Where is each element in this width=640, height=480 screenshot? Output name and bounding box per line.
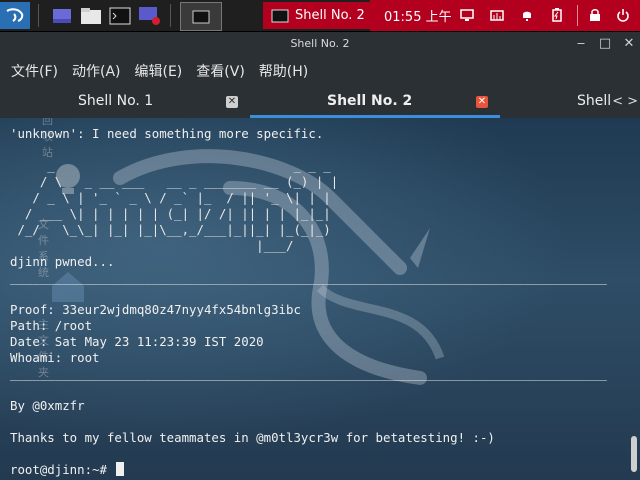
menu-file[interactable]: 文件(F) [11,61,58,81]
clock[interactable]: 01:55 上午 [384,6,452,25]
files-icon[interactable] [50,2,74,29]
tab-scroll-right-icon[interactable]: > [627,94,638,109]
terminal-line: 'unknown': I need something more specifi… [10,126,324,141]
divider-line: ________________________________________… [10,270,607,285]
menu-actions[interactable]: 动作(A) [72,61,121,81]
workspace-switcher[interactable] [180,2,222,31]
window-controls: ‒ □ ✕ [574,32,636,56]
kali-dragon-icon [6,7,24,22]
menu-view[interactable]: 查看(V) [196,61,245,81]
terminal-window: Shell No. 2 ‒ □ ✕ 文件(F) 动作(A) 编辑(E) 查看(V… [0,32,640,480]
minimize-button[interactable]: ‒ [574,37,588,51]
tab-scroll-arrows: < > [612,94,638,109]
tray-separator [577,5,578,26]
ascii-art-line: / _ \ | '_ ` _ \ / _` |_ / || '_ \| | | [10,190,331,205]
text-cursor [116,462,125,476]
terminal-icon [271,9,289,22]
terminal-icon[interactable] [108,2,132,29]
menu-edit[interactable]: 编辑(E) [135,61,183,81]
ascii-art-line: _ _ _ _ [10,158,339,173]
tab-scroll-left-icon[interactable]: < [612,94,623,109]
menu-bar: 文件(F) 动作(A) 编辑(E) 查看(V) 帮助(H) [0,56,640,86]
tab-shell-2[interactable]: Shell No. 2 ✕ [250,86,500,118]
tab-label: Shell [577,93,612,109]
ascii-art-line: /_/ \_\_| |_| |_|\__,_/___|_||_| |_(_|_) [10,222,331,237]
tab-close-icon[interactable]: ✕ [476,96,488,108]
battery-icon[interactable] [550,8,564,22]
proof-line: Proof: 33eur2wjdmq80z47nyy4fx54bnlg3ibc [10,302,301,317]
author-line: By @0xmzfr [10,398,85,413]
close-button[interactable]: ✕ [622,37,636,51]
tab-label: Shell No. 2 [327,93,413,109]
terminal-scrollbar[interactable] [631,436,637,472]
tab-shell-1[interactable]: Shell No. 1 ✕ [0,86,250,118]
ascii-art-line: / ___ \| | | | | | (_| |/ /| || | | |_|_… [10,206,331,221]
maximize-button[interactable]: □ [598,37,612,51]
notification-bell-icon[interactable] [520,8,534,22]
shell-prompt: root@djinn:~# [10,462,115,477]
network-icon[interactable] [490,8,504,22]
screen-recorder-icon[interactable] [138,2,162,29]
display-icon[interactable] [460,8,474,22]
system-tray: 01:55 上午 [370,0,640,31]
terminal-output: 'unknown': I need something more specifi… [10,126,607,478]
power-icon[interactable] [616,8,630,22]
lock-icon[interactable] [588,8,602,22]
folder-icon[interactable] [79,2,103,29]
top-panel: Shell No. 2 01:55 上午 [0,0,640,32]
window-titlebar[interactable]: Shell No. 2 ‒ □ ✕ [0,32,640,56]
panel-separator [38,4,39,27]
divider-line: ________________________________________… [10,366,607,381]
date-line: Date: Sat May 23 11:23:39 IST 2020 [10,334,264,349]
menu-help[interactable]: 帮助(H) [259,61,308,81]
ascii-art-line: / \ _ __ ___ __ _ _______ __ (_) | | [10,174,339,189]
terminal-window-thumbnail-icon [192,10,210,23]
whoami-line: Whoami: root [10,350,100,365]
terminal-line: djinn pwned... [10,254,115,269]
tab-label: Shell No. 1 [78,93,154,109]
tab-close-icon[interactable]: ✕ [226,96,238,108]
terminal-area[interactable]: 回收站 文件系统 主文件夹 'unknown': I need somethin… [0,118,640,480]
tab-bar: Shell No. 1 ✕ Shell No. 2 ✕ Shell < > [0,86,640,119]
ascii-art-line: |___/ [10,238,339,253]
taskbar-item-shell[interactable]: Shell No. 2 [263,2,370,29]
panel-separator [170,4,171,27]
thanks-line: Thanks to my fellow teammates in @m0tl3y… [10,430,495,445]
kali-menu-button[interactable] [0,2,30,29]
taskbar-item-label: Shell No. 2 [295,8,365,23]
window-title: Shell No. 2 [290,37,350,50]
path-line: Path: /root [10,318,93,333]
